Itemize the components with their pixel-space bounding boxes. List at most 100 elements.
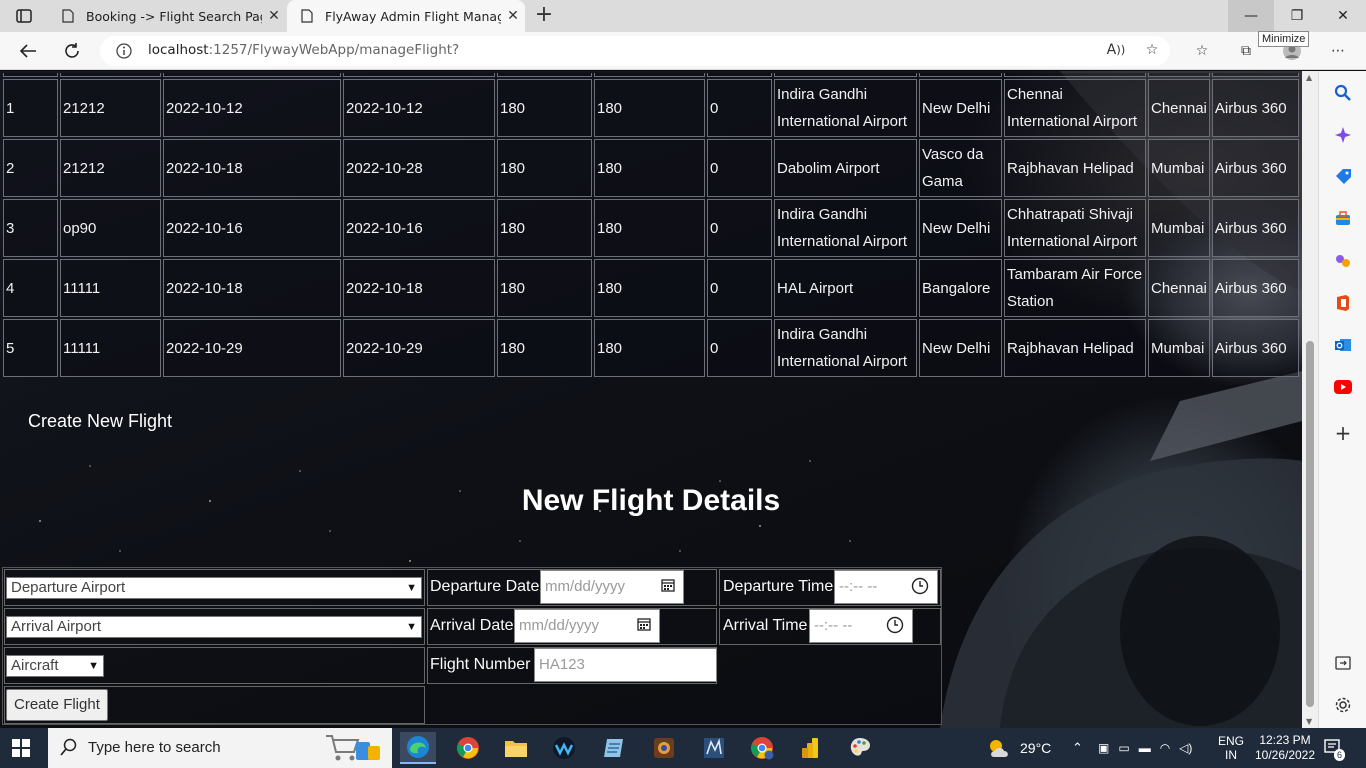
new-tab-button[interactable]: + [532, 4, 556, 28]
taskbar-app-6[interactable] [646, 732, 682, 764]
taskbar-notes[interactable] [596, 732, 632, 764]
cell-id: 1 [3, 79, 58, 137]
show-hidden-icons[interactable]: ⌃ [1072, 728, 1083, 768]
cell-arr-airport: Tambaram Air Force Station [1004, 259, 1146, 317]
webex-icon [553, 737, 575, 759]
volume-icon[interactable]: ◁) [1179, 741, 1192, 755]
arrival-airport-select[interactable]: Arrival Airport ▼ [6, 616, 422, 638]
toolbar: localhost:1257/FlywayWebApp/manageFlight… [0, 32, 1366, 70]
settings-menu-icon[interactable]: ⋯ [1326, 40, 1350, 62]
departure-time-input[interactable]: --:-- -- [834, 570, 938, 604]
sidebar-hide-icon[interactable] [1331, 651, 1355, 675]
sidebar-office-icon[interactable] [1331, 291, 1355, 315]
taskbar-file-explorer[interactable] [498, 732, 534, 764]
taskbar-search[interactable]: Type here to search [48, 728, 392, 768]
tab-close-icon[interactable]: ✕ [262, 8, 286, 24]
taskbar-app-7[interactable] [696, 732, 732, 764]
taskbar-power-bi[interactable] [792, 732, 828, 764]
app-icon [654, 738, 674, 758]
cell-dep-airport: HAL Airport [774, 259, 917, 317]
back-button[interactable] [14, 38, 42, 64]
aircraft-select[interactable]: Aircraft ▼ [6, 655, 104, 677]
taskbar-chrome[interactable] [450, 732, 486, 764]
clock-icon[interactable] [886, 616, 904, 634]
favorites-icon[interactable]: ☆ [1190, 40, 1214, 62]
scroll-up-icon[interactable]: ▲ [1306, 73, 1312, 82]
sidebar-youtube-icon[interactable] [1331, 375, 1355, 399]
tab-close-icon[interactable]: ✕ [501, 8, 525, 24]
cell-c1: 180 [497, 139, 592, 197]
create-new-flight-link[interactable]: Create New Flight [28, 411, 172, 432]
cell-dep-date: 2022-10-12 [163, 79, 341, 137]
back-arrow-icon [19, 44, 36, 58]
sidebar-games-icon[interactable] [1331, 249, 1355, 273]
sidebar-outlook-icon[interactable] [1331, 333, 1355, 357]
taskbar-paint[interactable] [842, 732, 878, 764]
weather-widget[interactable]: 29°C [986, 728, 1051, 768]
tab-flight-management[interactable]: FlyAway Admin Flight Manageme ✕ [287, 0, 525, 32]
restore-button[interactable]: ❐ [1274, 0, 1320, 32]
add-favorite-icon[interactable]: ☆ [1140, 39, 1164, 61]
scroll-down-icon[interactable]: ▼ [1306, 717, 1312, 726]
page-icon [299, 8, 315, 24]
cell-dep-city: New Delhi [919, 199, 1002, 257]
chevron-up-icon[interactable]: ⌃ [1072, 740, 1083, 756]
sidebar-shopping-icon[interactable] [1331, 165, 1355, 189]
table-row: 4 11111 2022-10-18 2022-10-18 180 180 0 … [3, 259, 1299, 317]
refresh-icon [65, 43, 79, 58]
battery-icon[interactable]: ▬ [1139, 741, 1151, 755]
calendar-icon[interactable] [637, 617, 651, 631]
new-flight-form: Departure Airport ▼ Departure Date mm/dd/… [2, 567, 942, 725]
language-indicator[interactable]: ENG IN [1218, 728, 1244, 768]
arrival-time-input[interactable]: --:-- -- [809, 609, 913, 643]
start-button[interactable] [12, 739, 30, 762]
notification-center[interactable]: 6 [1324, 728, 1346, 768]
url-text: localhost:1257/FlywayWebApp/manageFlight… [148, 42, 460, 58]
departure-date-input[interactable]: mm/dd/yyyy [540, 570, 684, 604]
calendar-icon[interactable] [661, 578, 675, 592]
wifi-icon[interactable]: ◠ [1160, 741, 1170, 755]
cell-arr-date: 2022-10-16 [343, 199, 495, 257]
departure-airport-select[interactable]: Departure Airport ▼ [6, 577, 422, 599]
refresh-button[interactable] [58, 38, 86, 64]
close-window-button[interactable]: ✕ [1320, 0, 1366, 32]
sidebar-search-icon[interactable] [1331, 81, 1355, 105]
form-title: New Flight Details [521, 484, 781, 517]
minimize-button[interactable]: — [1228, 0, 1274, 32]
clock-icon[interactable] [911, 577, 929, 595]
tab-actions-button[interactable] [6, 4, 42, 28]
taskbar-webex[interactable] [546, 732, 582, 764]
cell-arr-airport: Rajbhavan Helipad [1004, 139, 1146, 197]
sidebar-settings-icon[interactable] [1331, 693, 1355, 717]
display-icon[interactable]: ▭ [1118, 741, 1129, 755]
cell-arr-city: Mumbai [1148, 199, 1210, 257]
sidebar-tools-icon[interactable] [1331, 207, 1355, 231]
clock[interactable]: 12:23 PM 10/26/2022 [1255, 728, 1315, 768]
taskbar-chrome-profile[interactable] [744, 732, 780, 764]
scrollbar-thumb[interactable] [1306, 341, 1314, 707]
flight-number-input[interactable]: HA123 [534, 648, 717, 682]
taskbar-edge[interactable] [400, 732, 436, 764]
cell-arr-date: 2022-10-18 [343, 259, 495, 317]
cell-c3: 0 [707, 259, 772, 317]
collections-icon[interactable]: ⧉ [1234, 40, 1258, 62]
cell-dep-city: Vasco da Gama [919, 139, 1002, 197]
tab-booking[interactable]: Booking -> Flight Search Page ✕ [48, 0, 286, 32]
arrival-date-input[interactable]: mm/dd/yyyy [514, 609, 660, 643]
page-scrollbar[interactable]: ▲ ▼ [1302, 71, 1318, 728]
cell-id: 5 [3, 319, 58, 377]
read-aloud-icon[interactable]: A)) [1104, 39, 1128, 61]
sidebar-add-icon[interactable]: + [1331, 421, 1355, 445]
departure-date-label: Departure Date [430, 578, 540, 595]
sidebar-discover-icon[interactable] [1331, 123, 1355, 147]
site-info-icon[interactable] [116, 43, 132, 59]
address-bar[interactable]: localhost:1257/FlywayWebApp/manageFlight… [100, 36, 1170, 66]
cell-aircraft: Airbus 360 [1211, 259, 1299, 317]
meet-icon[interactable]: ▣ [1098, 741, 1109, 755]
cell-arr-city: Mumbai [1148, 319, 1210, 377]
weather-icon [990, 740, 1008, 757]
system-tray-icons: ▣ ▭ ▬ ◠ ◁) [1098, 728, 1192, 768]
chrome-icon [457, 737, 479, 759]
create-flight-button[interactable]: Create Flight [6, 689, 108, 721]
cell-dep-city: New Delhi [919, 79, 1002, 137]
